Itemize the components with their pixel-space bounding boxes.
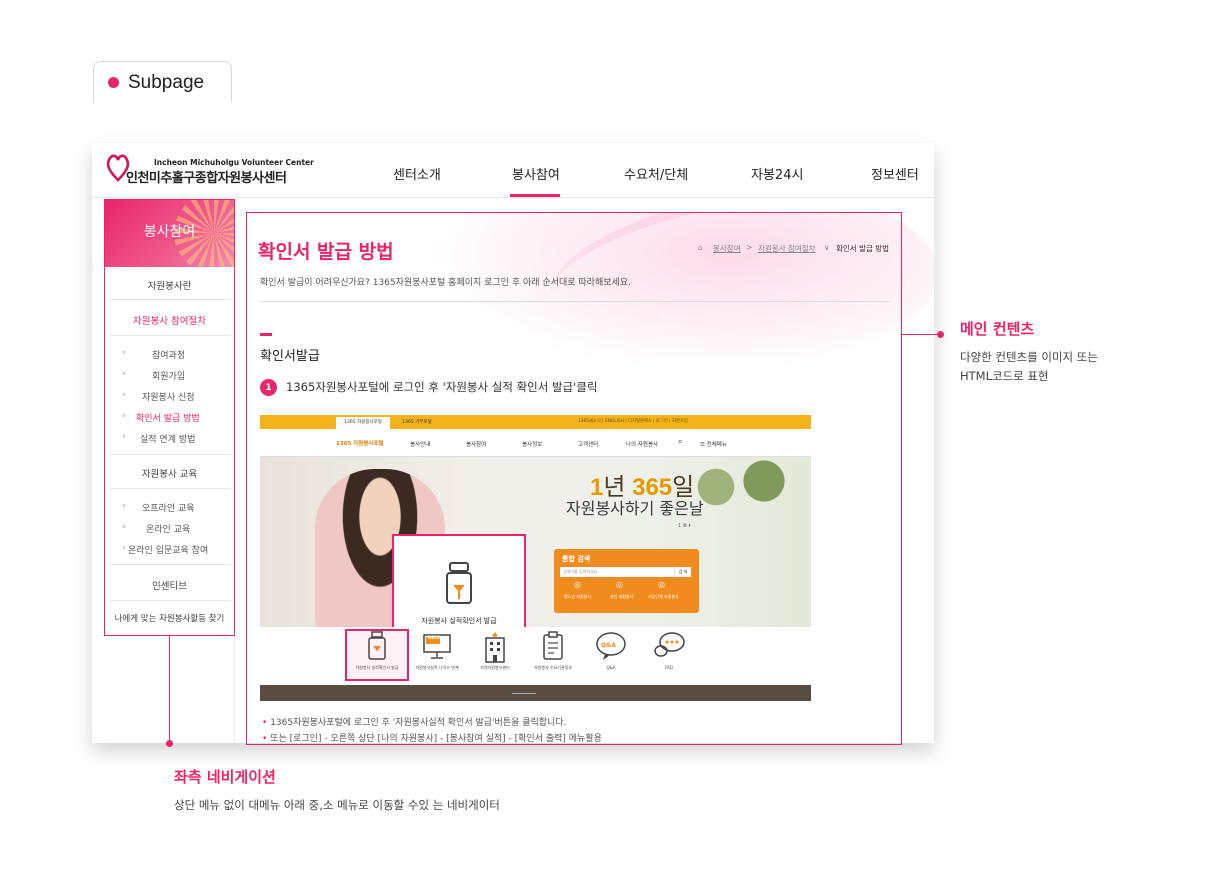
gnb-active-indicator <box>510 194 560 197</box>
left-leader-dot <box>166 740 173 747</box>
subpage-tab: Subpage <box>93 61 232 103</box>
tab-label: Subpage <box>128 71 205 93</box>
gnb-volunteer-participation[interactable]: 봉사참여 <box>512 164 560 183</box>
annotation-left-desc: 상단 메뉴 없이 대메뉴 아래 중,소 메뉴로 이동할 수있 는 네비게이터 <box>174 798 500 812</box>
main-leader-line <box>902 334 940 335</box>
annotation-main-title: 메인 컨텐츠 <box>960 320 1035 338</box>
gnb-demand-org[interactable]: 수요처/단체 <box>624 164 688 183</box>
main-leader-dot <box>937 331 944 338</box>
annotation-main-desc-2: HTML코드로 표현 <box>960 369 1049 383</box>
annotation-main-desc-1: 다양한 컨텐츠를 이미지 또는 <box>960 350 1098 364</box>
gnb-jabong24[interactable]: 자봉24시 <box>751 164 803 183</box>
gnb-center-intro[interactable]: 센터소개 <box>393 164 441 183</box>
main-content-outline <box>246 212 902 745</box>
gnb-info-center[interactable]: 정보센터 <box>871 164 919 183</box>
logo-english: Incheon Michuholgu Volunteer Center <box>154 158 314 167</box>
logo-korean[interactable]: 인천미추홀구종합자원봉사센터 <box>126 167 287 186</box>
left-nav-outline <box>104 199 235 636</box>
bullet-dot-icon <box>108 77 119 88</box>
annotation-left-title: 좌측 네비게이션 <box>174 768 276 786</box>
left-leader-line <box>169 636 170 744</box>
site-header: Incheon Michuholgu Volunteer Center 인천미추… <box>92 143 934 198</box>
